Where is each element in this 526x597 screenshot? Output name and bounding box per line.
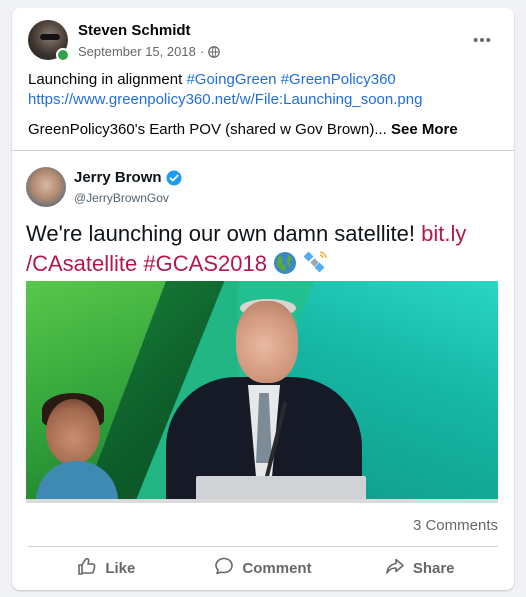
tweet-link[interactable]: bit.ly <box>421 221 466 246</box>
share-arrow-icon <box>385 556 405 580</box>
post-meta: September 15, 2018 · <box>78 44 221 59</box>
tweet-text: We're launching our own damn satellite! … <box>26 219 504 283</box>
author-name[interactable]: Steven Schmidt <box>78 22 191 39</box>
video-progress-bar[interactable] <box>26 499 498 503</box>
thumbs-up-icon <box>77 556 97 580</box>
post-text-intro: Launching in alignment <box>28 71 183 88</box>
hashtag-link[interactable]: #GreenPolicy360 <box>281 71 396 88</box>
like-label: Like <box>105 559 136 577</box>
satellite-emoji <box>303 251 327 283</box>
share-label: Share <box>412 559 455 577</box>
post-header: Steven Schmidt September 15, 2018 · <box>28 20 498 64</box>
globe-icon[interactable] <box>208 45 221 58</box>
comments-count-link[interactable]: 3 Comments <box>413 517 498 534</box>
globe-americas-emoji <box>273 251 297 283</box>
avatar-sunglasses <box>40 34 60 40</box>
verified-badge-icon <box>166 170 182 186</box>
audience-member-face <box>46 399 100 465</box>
tweet-text-body: We're launching our own damn satellite! <box>26 221 416 246</box>
action-bar: Like Comment Share <box>28 550 498 586</box>
online-status-dot <box>56 48 70 62</box>
post-line-3: GreenPolicy360's Earth POV (shared w Gov… <box>28 120 498 140</box>
see-more-link[interactable]: See More <box>391 121 458 138</box>
tweet-hashtag[interactable]: #GCAS2018 <box>143 251 267 276</box>
tweet-author-name[interactable]: Jerry Brown <box>74 169 162 186</box>
tweet-link-continued[interactable]: /CAsatellite <box>26 251 137 276</box>
tweet-author-handle[interactable]: @JerryBrownGov <box>74 191 169 205</box>
tweet-author-name-row: Jerry Brown <box>74 169 182 186</box>
embedded-tweet[interactable]: Jerry Brown @JerryBrownGov We're launchi… <box>12 150 514 507</box>
post-card: Steven Schmidt September 15, 2018 · Laun… <box>12 8 514 590</box>
external-link[interactable]: https://www.greenpolicy360.net/w/File:La… <box>28 91 422 108</box>
tweet-author-avatar[interactable] <box>26 167 66 207</box>
post-date[interactable]: September 15, 2018 <box>78 44 196 59</box>
footer-divider <box>28 546 498 547</box>
share-button[interactable]: Share <box>341 550 498 586</box>
comment-label: Comment <box>242 559 312 577</box>
post-line-1: Launching in alignment #GoingGreen #Gree… <box>28 70 498 90</box>
post-body: Launching in alignment #GoingGreen #Gree… <box>28 70 498 140</box>
like-button[interactable]: Like <box>28 550 185 586</box>
post-text-excerpt: GreenPolicy360's Earth POV (shared w Gov… <box>28 121 387 138</box>
tweet-video[interactable] <box>26 281 498 503</box>
more-options-icon[interactable] <box>466 24 498 56</box>
meta-separator: · <box>199 44 205 59</box>
hashtag-link[interactable]: #GoingGreen <box>186 71 276 88</box>
speech-bubble-icon <box>214 556 234 580</box>
post-line-2: https://www.greenpolicy360.net/w/File:La… <box>28 90 498 110</box>
comment-button[interactable]: Comment <box>185 550 342 586</box>
speaker-face <box>236 301 298 383</box>
